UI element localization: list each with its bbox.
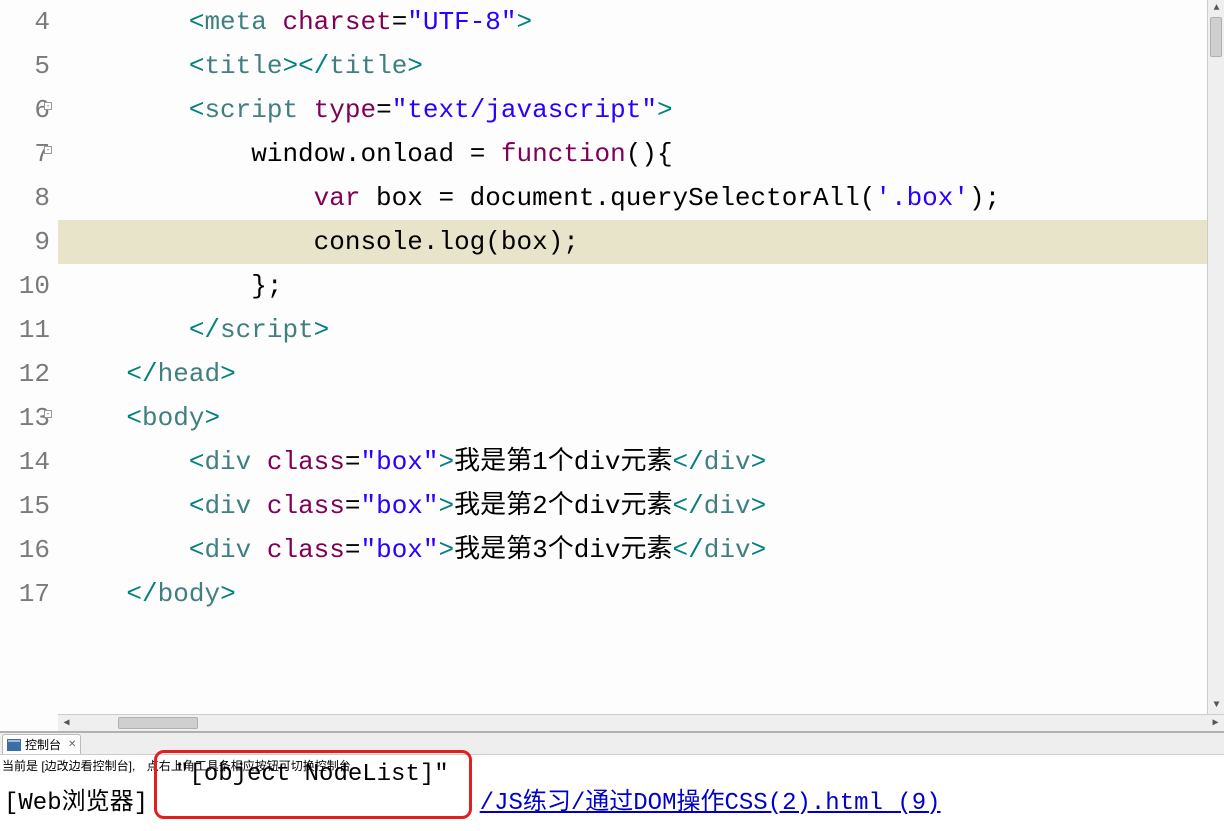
line-number: 10 xyxy=(0,264,50,308)
line-number: 12 xyxy=(0,352,50,396)
scroll-thumb-vertical[interactable] xyxy=(1210,17,1222,57)
console-tab-label: 控制台 xyxy=(25,736,61,753)
line-number-gutter: 456-7-8910111213-14151617 xyxy=(0,0,58,714)
code-line[interactable]: <script type="text/javascript"> xyxy=(58,88,1207,132)
horizontal-scrollbar[interactable]: ◀ ▶ xyxy=(58,714,1224,731)
log-source-link[interactable]: /JS练习/通过DOM操作CSS(2).html (9) xyxy=(480,781,941,817)
line-number: 14 xyxy=(0,440,50,484)
code-line[interactable]: <div class="box">我是第1个div元素</div> xyxy=(58,440,1207,484)
console-panel: 控制台 ✕ 当前是 [边改边看控制台], 点右上角工具条相应按钮可切换控制台 [… xyxy=(0,731,1224,831)
scroll-right-icon[interactable]: ▶ xyxy=(1207,715,1224,732)
code-line[interactable]: }; xyxy=(58,264,1207,308)
console-info-prefix: 当前是 [边改边看控制台], xyxy=(2,759,135,773)
annotation-box: "[object NodeList]" xyxy=(154,750,472,819)
code-line[interactable]: </script> xyxy=(58,308,1207,352)
fold-icon[interactable]: - xyxy=(44,146,52,154)
line-number: 11 xyxy=(0,308,50,352)
code-line[interactable]: console.log(box); xyxy=(58,220,1207,264)
close-icon[interactable]: ✕ xyxy=(68,739,76,750)
code-line[interactable]: var box = document.querySelectorAll('.bo… xyxy=(58,176,1207,220)
console-log-row: [Web浏览器] "[object NodeList]" /JS练习/通过DOM… xyxy=(0,778,1224,831)
fold-icon[interactable]: - xyxy=(44,102,52,110)
code-line[interactable]: <meta charset="UTF-8"> xyxy=(58,0,1207,44)
code-content[interactable]: <meta charset="UTF-8"> <title></title> <… xyxy=(58,0,1207,714)
line-number: 7- xyxy=(0,132,50,176)
code-line[interactable]: window.onload = function(){ xyxy=(58,132,1207,176)
console-tab[interactable]: 控制台 ✕ xyxy=(2,734,81,754)
scroll-left-icon[interactable]: ◀ xyxy=(58,715,75,732)
line-number: 6- xyxy=(0,88,50,132)
code-line[interactable]: </head> xyxy=(58,352,1207,396)
code-line[interactable]: <div class="box">我是第3个div元素</div> xyxy=(58,528,1207,572)
line-number: 8 xyxy=(0,176,50,220)
vertical-scrollbar[interactable]: ▲ ▼ xyxy=(1207,0,1224,714)
code-line[interactable]: <div class="box">我是第2个div元素</div> xyxy=(58,484,1207,528)
line-number: 13- xyxy=(0,396,50,440)
line-number: 4 xyxy=(0,0,50,44)
console-icon xyxy=(7,739,21,751)
line-number: 16 xyxy=(0,528,50,572)
log-source: [Web浏览器] xyxy=(4,781,148,817)
log-value: "[object NodeList]" xyxy=(175,761,449,788)
line-number: 15 xyxy=(0,484,50,528)
line-number: 5 xyxy=(0,44,50,88)
scroll-thumb-horizontal[interactable] xyxy=(118,717,198,729)
code-line[interactable]: <body> xyxy=(58,396,1207,440)
line-number: 17 xyxy=(0,572,50,616)
editor-area: 456-7-8910111213-14151617 <meta charset=… xyxy=(0,0,1224,714)
scroll-up-icon[interactable]: ▲ xyxy=(1208,0,1224,17)
code-line[interactable]: </body> xyxy=(58,572,1207,616)
fold-icon[interactable]: - xyxy=(44,410,52,418)
code-line[interactable]: <title></title> xyxy=(58,44,1207,88)
line-number: 9 xyxy=(0,220,50,264)
scroll-down-icon[interactable]: ▼ xyxy=(1208,697,1224,714)
